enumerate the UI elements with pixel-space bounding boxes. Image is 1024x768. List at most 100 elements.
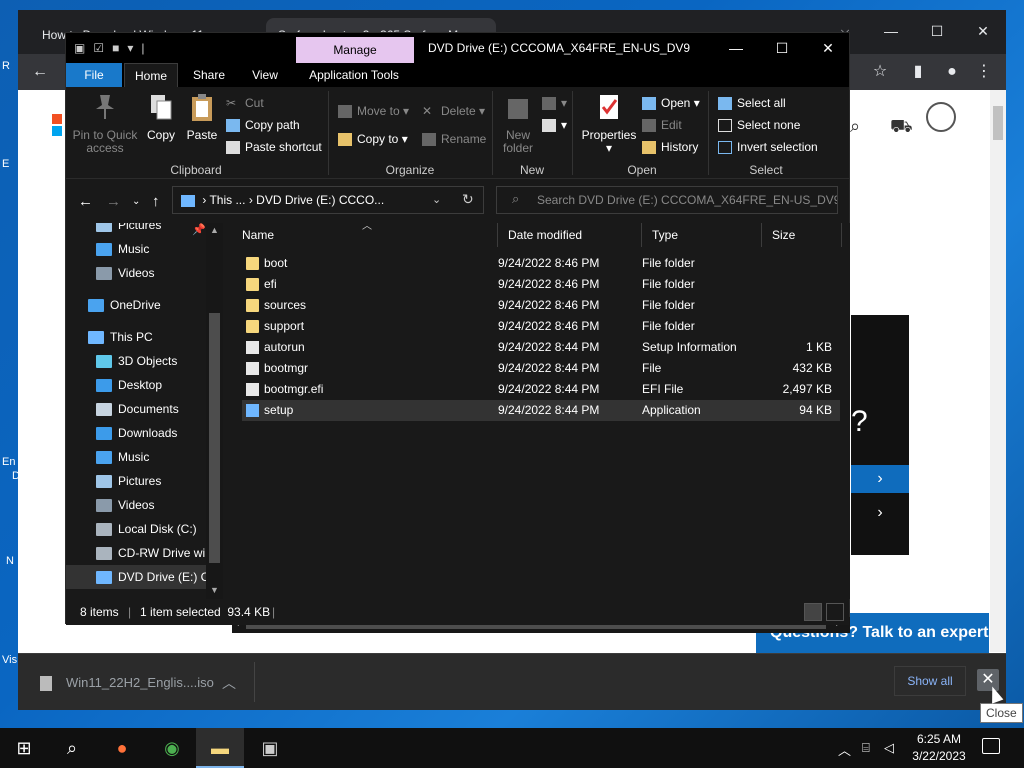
nav-item[interactable]: Documents bbox=[66, 397, 206, 421]
download-item[interactable]: Win11_22H2_Englis....iso bbox=[40, 666, 250, 700]
nav-item[interactable]: Pictures 📌 bbox=[66, 223, 206, 237]
tab-application-tools[interactable]: Application Tools bbox=[298, 63, 410, 87]
select-none-button[interactable]: Select none bbox=[718, 115, 800, 135]
paste-shortcut-button[interactable]: Paste shortcut bbox=[226, 137, 322, 157]
refresh-icon[interactable]: ↻ bbox=[462, 191, 474, 208]
chrome-maximize-button[interactable]: ☐ bbox=[914, 16, 960, 46]
setup-app-icon[interactable]: ▣ bbox=[246, 728, 294, 768]
column-header-type[interactable]: Type bbox=[642, 223, 762, 247]
notification-icon[interactable] bbox=[982, 738, 1000, 754]
promo-chevron-right-icon[interactable]: › bbox=[851, 465, 909, 493]
chrome-close-button[interactable]: ✕ bbox=[960, 16, 1006, 46]
table-row[interactable]: bootmgr 9/24/2022 8:44 PM File 432 KB bbox=[242, 358, 840, 379]
tab-file[interactable]: File bbox=[66, 63, 122, 87]
profile-icon[interactable]: ● bbox=[942, 62, 962, 82]
column-header-size[interactable]: Size bbox=[762, 223, 842, 247]
up-arrow-icon[interactable]: ↑ bbox=[152, 193, 160, 210]
desktop-icon-label[interactable]: N bbox=[6, 555, 14, 567]
nav-item[interactable]: Pictures bbox=[66, 469, 206, 493]
column-header-name[interactable]: Name bbox=[232, 223, 498, 247]
back-arrow-icon[interactable]: ← bbox=[78, 193, 93, 210]
firefox-icon[interactable]: ● bbox=[98, 728, 146, 768]
chrome-icon[interactable]: ◉ bbox=[148, 728, 196, 768]
nav-item[interactable]: CD-RW Drive wi bbox=[66, 541, 206, 565]
chevron-up-icon[interactable]: ︿ bbox=[838, 740, 851, 759]
menu-kebab-icon[interactable]: ⋮ bbox=[974, 62, 994, 82]
nav-item[interactable]: DVD Drive (E:) C bbox=[66, 565, 206, 589]
scroll-up-icon[interactable]: ▲ bbox=[210, 225, 219, 235]
new-item-button[interactable]: ▾ bbox=[542, 93, 567, 113]
invert-selection-button[interactable]: Invert selection bbox=[718, 137, 818, 157]
show-all-button[interactable]: Show all bbox=[894, 666, 966, 696]
minimize-button[interactable]: — bbox=[713, 33, 759, 63]
volume-muted-icon[interactable]: ◁ bbox=[884, 740, 894, 756]
pin-icon[interactable]: 📌 bbox=[192, 223, 206, 237]
network-icon[interactable]: ⌸ bbox=[862, 740, 870, 756]
table-row[interactable]: autorun 9/24/2022 8:44 PM Setup Informatio… bbox=[242, 337, 840, 358]
manage-contextual-tab[interactable]: Manage bbox=[296, 37, 414, 63]
nav-item[interactable]: Videos bbox=[66, 493, 206, 517]
table-row[interactable]: setup 9/24/2022 8:44 PM Application 94 KB bbox=[242, 400, 840, 421]
chevron-up-icon[interactable]: ︿ bbox=[222, 666, 242, 700]
desktop-icon-label[interactable]: R bbox=[2, 60, 10, 72]
customize-qat-icon[interactable]: ▾ bbox=[127, 41, 133, 55]
properties-qat-icon[interactable]: ☑ bbox=[93, 41, 104, 55]
address-dropdown-icon[interactable]: ⌄ bbox=[432, 193, 441, 206]
table-row[interactable]: boot 9/24/2022 8:46 PM File folder bbox=[242, 253, 840, 274]
maximize-button[interactable]: ☐ bbox=[759, 33, 805, 63]
forward-arrow-icon[interactable]: → bbox=[106, 193, 121, 210]
chrome-scrollbar[interactable] bbox=[990, 90, 1006, 652]
close-button[interactable]: ✕ bbox=[805, 33, 851, 63]
chrome-minimize-button[interactable]: — bbox=[868, 16, 914, 46]
nav-item[interactable]: Videos bbox=[66, 261, 206, 285]
delete-button[interactable]: ✕ Delete ▾ bbox=[422, 101, 485, 121]
select-all-button[interactable]: Select all bbox=[718, 93, 786, 113]
table-row[interactable]: sources 9/24/2022 8:46 PM File folder bbox=[242, 295, 840, 316]
paste-button[interactable]: Paste bbox=[184, 93, 220, 142]
nav-scrollbar[interactable]: ▲ ▼ bbox=[206, 223, 223, 599]
nav-item[interactable]: Desktop bbox=[66, 373, 206, 397]
copy-to-button[interactable]: Copy to ▾ bbox=[338, 129, 408, 149]
nav-item[interactable]: 3D Objects bbox=[66, 349, 206, 373]
move-to-button[interactable]: Move to ▾ bbox=[338, 101, 409, 121]
table-row[interactable]: efi 9/24/2022 8:46 PM File folder bbox=[242, 274, 840, 295]
new-folder-qat-icon[interactable]: ■ bbox=[112, 41, 119, 55]
nav-item[interactable]: Music bbox=[66, 445, 206, 469]
nav-item[interactable]: This PC bbox=[66, 325, 206, 349]
large-icons-view-button[interactable] bbox=[826, 603, 844, 621]
promo-chevron-right-icon[interactable]: › bbox=[851, 499, 909, 527]
desktop-icon-label[interactable]: En bbox=[2, 456, 15, 468]
drive-icon[interactable]: ▣ bbox=[74, 41, 85, 55]
recent-locations-icon[interactable]: ⌄ bbox=[132, 196, 140, 207]
nav-item[interactable]: Downloads bbox=[66, 421, 206, 445]
cut-button[interactable]: ✂ Cut bbox=[226, 93, 264, 113]
history-button[interactable]: History bbox=[642, 137, 698, 157]
details-view-button[interactable] bbox=[804, 603, 822, 621]
windows-start-icon[interactable]: ⊞ bbox=[0, 728, 48, 768]
open-button[interactable]: Open ▾ bbox=[642, 93, 700, 113]
desktop-icon-label[interactable]: E bbox=[2, 158, 9, 170]
scrollbar-thumb[interactable] bbox=[209, 313, 220, 563]
table-row[interactable]: bootmgr.efi 9/24/2022 8:44 PM EFI File 2,49… bbox=[242, 379, 840, 400]
rename-button[interactable]: Rename bbox=[422, 129, 486, 149]
table-row[interactable]: support 9/24/2022 8:46 PM File folder bbox=[242, 316, 840, 337]
search-icon[interactable]: ⌕ bbox=[48, 728, 96, 768]
avatar[interactable] bbox=[926, 102, 956, 132]
pin-to-quick-access-button[interactable]: Pin to Quick access bbox=[72, 93, 138, 155]
copy-path-button[interactable]: Copy path bbox=[226, 115, 300, 135]
copy-button[interactable]: Copy bbox=[144, 93, 178, 142]
easy-access-button[interactable]: ▾ bbox=[542, 115, 567, 135]
file-explorer-icon[interactable]: ▬ bbox=[196, 728, 244, 768]
desktop-icon-label[interactable]: Vis bbox=[2, 654, 17, 666]
star-icon[interactable]: ☆ bbox=[870, 62, 890, 82]
clock[interactable]: 6:25 AM 3/22/2023 bbox=[904, 731, 974, 765]
sidepanel-icon[interactable]: ▮ bbox=[908, 62, 928, 82]
edit-button[interactable]: Edit bbox=[642, 115, 682, 135]
new-folder-button[interactable]: New folder bbox=[498, 93, 538, 155]
scroll-down-icon[interactable]: ▼ bbox=[210, 585, 219, 595]
back-arrow-icon[interactable]: ← bbox=[30, 62, 50, 82]
tab-share[interactable]: Share bbox=[182, 63, 236, 87]
address-crumb-dvd[interactable]: DVD Drive (E:) CCCO... bbox=[256, 193, 384, 207]
tab-view[interactable]: View bbox=[238, 63, 292, 87]
column-header-date[interactable]: Date modified bbox=[498, 223, 642, 247]
